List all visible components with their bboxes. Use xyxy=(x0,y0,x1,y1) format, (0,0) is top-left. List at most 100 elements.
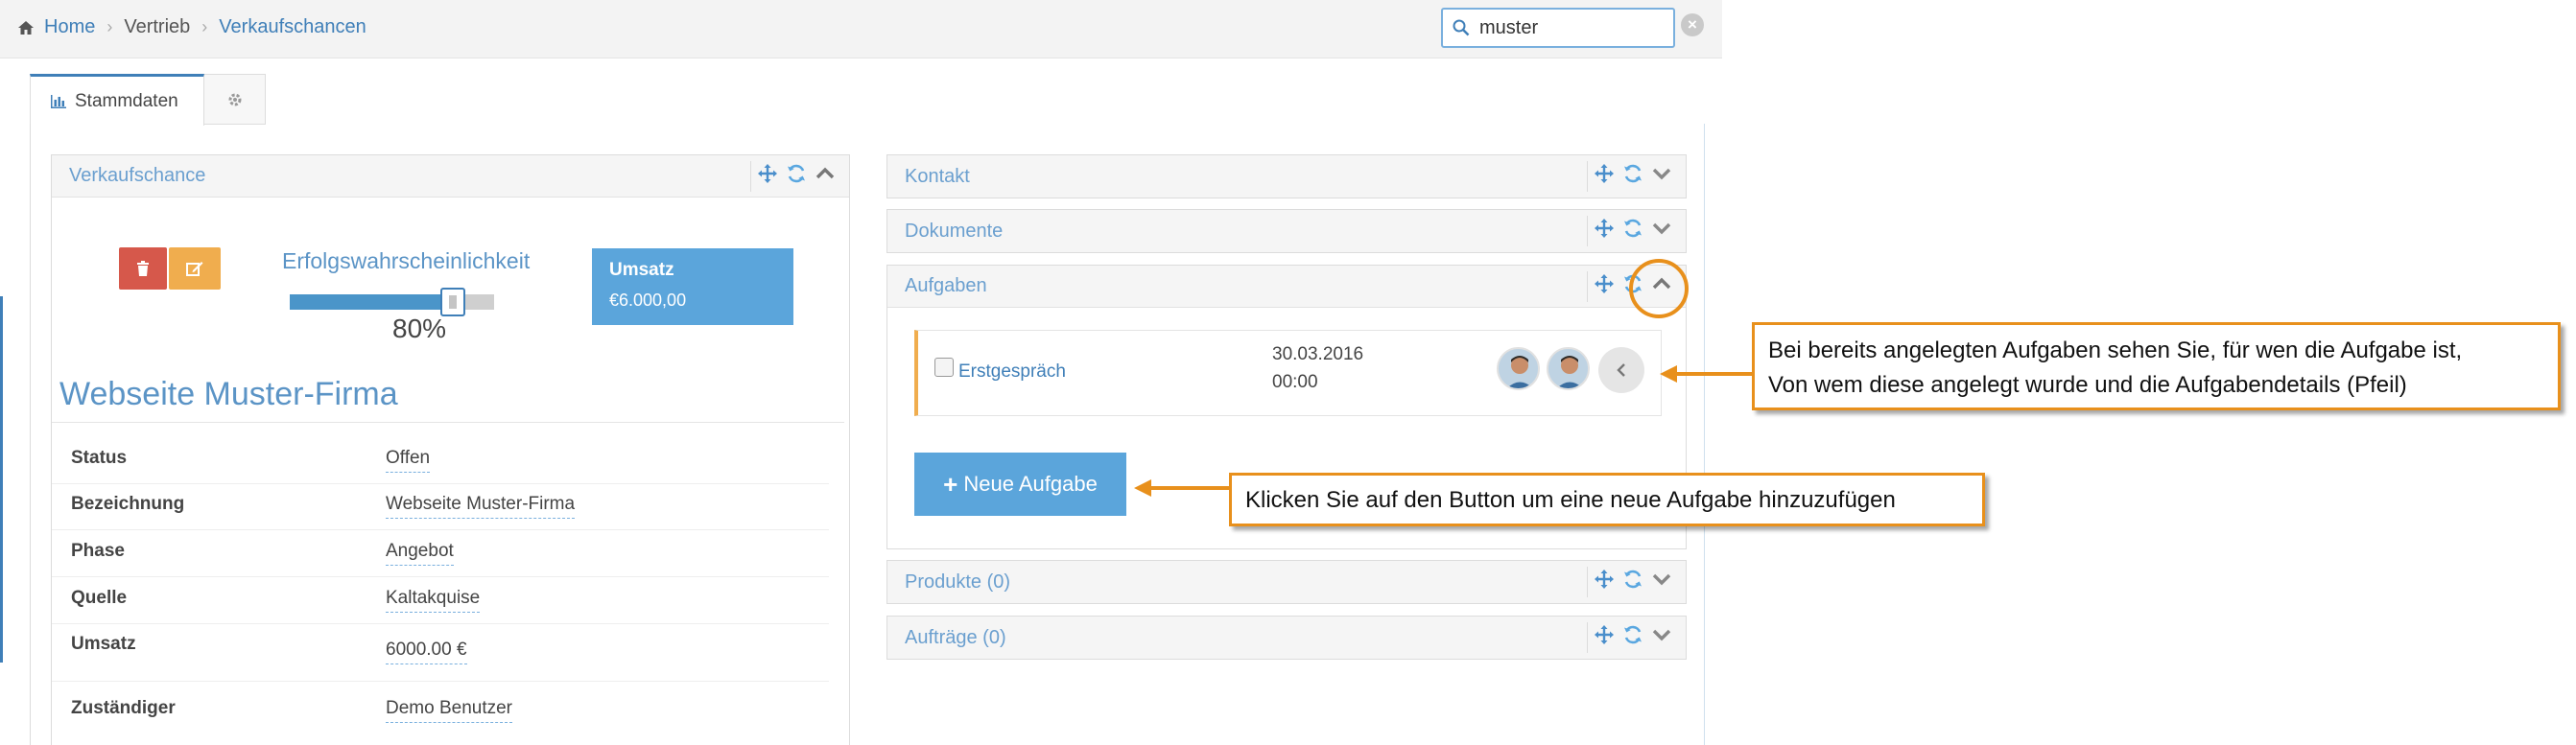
field-value-zustaendiger[interactable]: Demo Benutzer xyxy=(386,698,513,723)
search-icon xyxy=(1453,19,1470,36)
task-time: 00:00 xyxy=(1272,372,1318,392)
tools-divider xyxy=(1587,271,1588,302)
field-row-zustaendiger: Zuständiger Demo Benutzer xyxy=(52,682,829,745)
probability-slider-handle[interactable] xyxy=(440,288,466,316)
panel-tools xyxy=(1594,624,1672,645)
probability-slider-fill xyxy=(290,294,454,310)
field-row-umsatz: Umsatz 6000.00 € xyxy=(52,624,829,682)
search-value: muster xyxy=(1479,16,1539,38)
task-due: 30.03.2016 00:00 xyxy=(1272,340,1363,396)
task-row: Erstgespräch 30.03.2016 00:00 xyxy=(914,330,1662,416)
callout-task-info: Bei bereits angelegten Aufgaben sehen Si… xyxy=(1752,322,2561,410)
tab-bar: Stammdaten xyxy=(30,74,266,126)
field-value-phase[interactable]: Angebot xyxy=(386,541,454,566)
tab-settings[interactable] xyxy=(204,74,266,125)
auftraege-panel-header[interactable]: Aufträge (0) xyxy=(887,617,1686,659)
breadcrumb-home[interactable]: Home xyxy=(44,16,95,38)
move-icon[interactable] xyxy=(757,163,778,184)
refresh-icon[interactable] xyxy=(786,163,807,184)
panel-tools xyxy=(1594,569,1672,590)
dokumente-panel-header[interactable]: Dokumente xyxy=(887,210,1686,252)
callout-line: Klicken Sie auf den Button um eine neue … xyxy=(1245,487,1896,513)
breadcrumb-vertrieb[interactable]: Vertrieb xyxy=(124,16,190,38)
callout-new-task: Klicken Sie auf den Button um eine neue … xyxy=(1229,473,1985,526)
field-label: Quelle xyxy=(71,588,128,608)
chevron-down-icon[interactable] xyxy=(1651,569,1672,590)
breadcrumb: Home › Vertrieb › Verkaufschancen xyxy=(17,16,366,38)
probability-label: Erfolgswahrscheinlichkeit xyxy=(282,248,531,273)
tools-divider xyxy=(1587,216,1588,246)
arrow-left-icon xyxy=(1660,365,1752,383)
panel-title: Kontakt xyxy=(905,165,970,187)
field-value-umsatz[interactable]: 6000.00 € xyxy=(386,640,467,664)
task-name[interactable]: Erstgespräch xyxy=(958,361,1066,383)
refresh-icon[interactable] xyxy=(1622,624,1643,645)
home-icon[interactable] xyxy=(17,19,35,36)
move-icon[interactable] xyxy=(1594,569,1615,590)
move-icon[interactable] xyxy=(1594,624,1615,645)
highlight-circle xyxy=(1629,259,1689,318)
avatar-assignee[interactable] xyxy=(1497,347,1540,390)
chevron-down-icon[interactable] xyxy=(1651,163,1672,184)
panel-title: Aufträge (0) xyxy=(905,626,1006,648)
delete-button[interactable] xyxy=(119,247,167,290)
umsatz-summary: Umsatz €6.000,00 xyxy=(592,248,793,325)
chevron-up-icon[interactable] xyxy=(815,163,836,184)
callout-line: Bei bereits angelegten Aufgaben sehen Si… xyxy=(1768,338,2463,363)
panel-tools xyxy=(1594,218,1672,239)
verkaufschance-panel: Verkaufschance Erfolgswahrscheinlichkeit… xyxy=(51,154,850,745)
search-input[interactable]: muster xyxy=(1441,8,1675,48)
tools-divider xyxy=(1587,567,1588,597)
chevron-down-icon[interactable] xyxy=(1651,218,1672,239)
field-row-quelle: Quelle Kaltakquise xyxy=(52,577,829,624)
aufgaben-panel-header[interactable]: Aufgaben xyxy=(887,266,1686,308)
tools-divider xyxy=(1587,161,1588,192)
field-label: Status xyxy=(71,448,128,468)
field-row-bezeichnung: Bezeichnung Webseite Muster-Firma xyxy=(52,484,829,530)
refresh-icon[interactable] xyxy=(1622,569,1643,590)
field-value-quelle[interactable]: Kaltakquise xyxy=(386,588,481,613)
edit-icon xyxy=(186,262,203,276)
gear-icon xyxy=(228,93,241,105)
field-label: Bezeichnung xyxy=(71,494,185,514)
field-value-status[interactable]: Offen xyxy=(386,448,431,473)
move-icon[interactable] xyxy=(1594,163,1615,184)
auftraege-panel: Aufträge (0) xyxy=(886,616,1687,660)
panel-title: Dokumente xyxy=(905,220,1004,242)
clear-icon[interactable]: × xyxy=(1681,13,1704,36)
tab-stammdaten[interactable]: Stammdaten xyxy=(30,74,204,126)
kontakt-panel-header[interactable]: Kontakt xyxy=(887,155,1686,198)
chevron-left-icon xyxy=(1617,363,1625,377)
produkte-panel-header[interactable]: Produkte (0) xyxy=(887,561,1686,603)
chevron-down-icon[interactable] xyxy=(1651,624,1672,645)
left-accent-bar xyxy=(0,296,3,663)
task-details-button[interactable] xyxy=(1598,347,1644,393)
avatar-creator[interactable] xyxy=(1547,347,1590,390)
breadcrumb-verkaufschancen[interactable]: Verkaufschancen xyxy=(219,16,366,38)
verkaufschance-panel-header[interactable]: Verkaufschance xyxy=(52,155,849,198)
field-label: Zuständiger xyxy=(71,698,176,718)
move-icon[interactable] xyxy=(1594,273,1615,294)
field-row-phase: Phase Angebot xyxy=(52,530,829,577)
panel-title: Verkaufschance xyxy=(69,165,206,186)
trash-icon xyxy=(137,261,149,276)
refresh-icon[interactable] xyxy=(1622,163,1643,184)
produkte-panel: Produkte (0) xyxy=(886,560,1687,604)
refresh-icon[interactable] xyxy=(1622,218,1643,239)
breadcrumb-separator: › xyxy=(106,17,113,36)
dokumente-panel: Dokumente xyxy=(886,209,1687,253)
bar-chart-icon xyxy=(51,94,66,108)
task-checkbox[interactable] xyxy=(934,358,954,377)
panel-tools xyxy=(1594,163,1672,184)
new-task-button[interactable]: + Neue Aufgabe xyxy=(914,453,1126,516)
user-photo-icon xyxy=(1499,349,1538,388)
field-value-bezeichnung[interactable]: Webseite Muster-Firma xyxy=(386,494,576,519)
edit-button[interactable] xyxy=(169,247,221,290)
panel-title: Aufgaben xyxy=(905,275,987,296)
callout-line: Von wem diese angelegt wurde und die Auf… xyxy=(1768,372,2407,398)
move-icon[interactable] xyxy=(1594,218,1615,239)
field-label: Phase xyxy=(71,541,125,561)
plus-icon: + xyxy=(943,469,958,499)
probability-slider[interactable] xyxy=(290,288,494,316)
user-photo-icon xyxy=(1548,349,1588,388)
